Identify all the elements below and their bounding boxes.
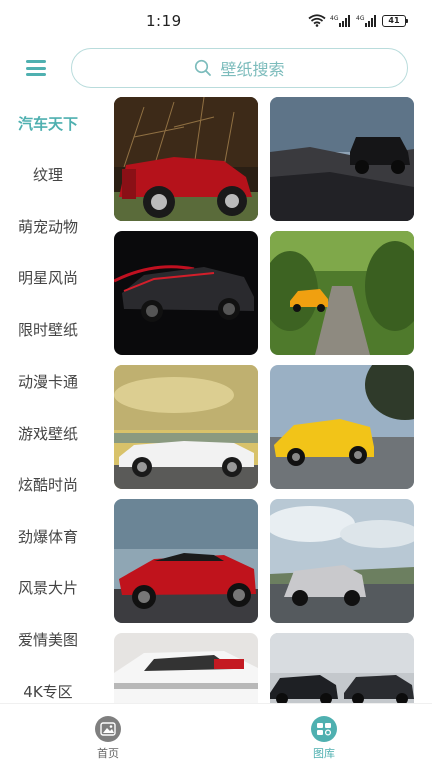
category-item-anime[interactable]: 动漫卡通 — [0, 362, 96, 402]
wallpaper-thumbnail[interactable] — [114, 633, 258, 703]
wallpaper-thumbnail[interactable] — [114, 499, 258, 623]
category-item-love[interactable]: 爱情美图 — [0, 620, 96, 660]
nav-label-gallery: 图库 — [313, 747, 335, 760]
image-icon — [95, 716, 121, 742]
category-item-stars[interactable]: 明星风尚 — [0, 258, 96, 298]
category-item-cars[interactable]: 汽车天下 — [0, 104, 96, 144]
wallpaper-thumbnail[interactable] — [270, 633, 414, 703]
nav-item-gallery[interactable]: 图库 — [284, 716, 364, 761]
wallpaper-thumbnail[interactable] — [114, 365, 258, 489]
menu-icon[interactable] — [24, 58, 48, 78]
signal-icon-2: 4G — [356, 15, 376, 27]
battery-icon: 41 — [382, 14, 408, 27]
status-time: 1:19 — [146, 12, 182, 30]
search-icon — [195, 59, 212, 76]
wallpaper-thumbnail[interactable] — [270, 231, 414, 355]
wallpaper-thumbnail[interactable] — [270, 97, 414, 221]
status-icons: 4G 4G 41 — [308, 14, 408, 27]
battery-level: 41 — [388, 15, 400, 25]
category-item-games[interactable]: 游戏壁纸 — [0, 414, 96, 454]
wifi-icon — [308, 14, 326, 27]
category-item-pets[interactable]: 萌宠动物 — [0, 207, 96, 247]
wallpaper-thumbnail[interactable] — [270, 499, 414, 623]
wallpaper-thumbnail[interactable] — [270, 365, 414, 489]
nav-item-home[interactable]: 首页 — [68, 716, 148, 761]
category-item-scenery[interactable]: 风景大片 — [0, 568, 96, 608]
wallpaper-grid — [114, 97, 414, 703]
wallpaper-thumbnail[interactable] — [114, 97, 258, 221]
svg-text:4G: 4G — [356, 15, 365, 22]
status-bar: 1:19 4G 4G 41 — [0, 0, 432, 44]
category-item-texture[interactable]: 纹理 — [0, 155, 96, 195]
wallpaper-thumbnail[interactable] — [114, 231, 258, 355]
category-item-cool[interactable]: 炫酷时尚 — [0, 465, 96, 505]
search-placeholder: 壁纸搜索 — [220, 60, 285, 79]
signal-icon-1: 4G — [330, 15, 350, 27]
nav-label-home: 首页 — [97, 747, 119, 760]
search-input[interactable]: 壁纸搜索 — [71, 48, 408, 88]
bottom-nav: 首页 图库 — [0, 703, 432, 768]
gallery-icon — [311, 716, 337, 742]
category-item-limited[interactable]: 限时壁纸 — [0, 310, 96, 350]
category-item-sports[interactable]: 劲爆体育 — [0, 517, 96, 557]
svg-text:4G: 4G — [330, 15, 339, 22]
